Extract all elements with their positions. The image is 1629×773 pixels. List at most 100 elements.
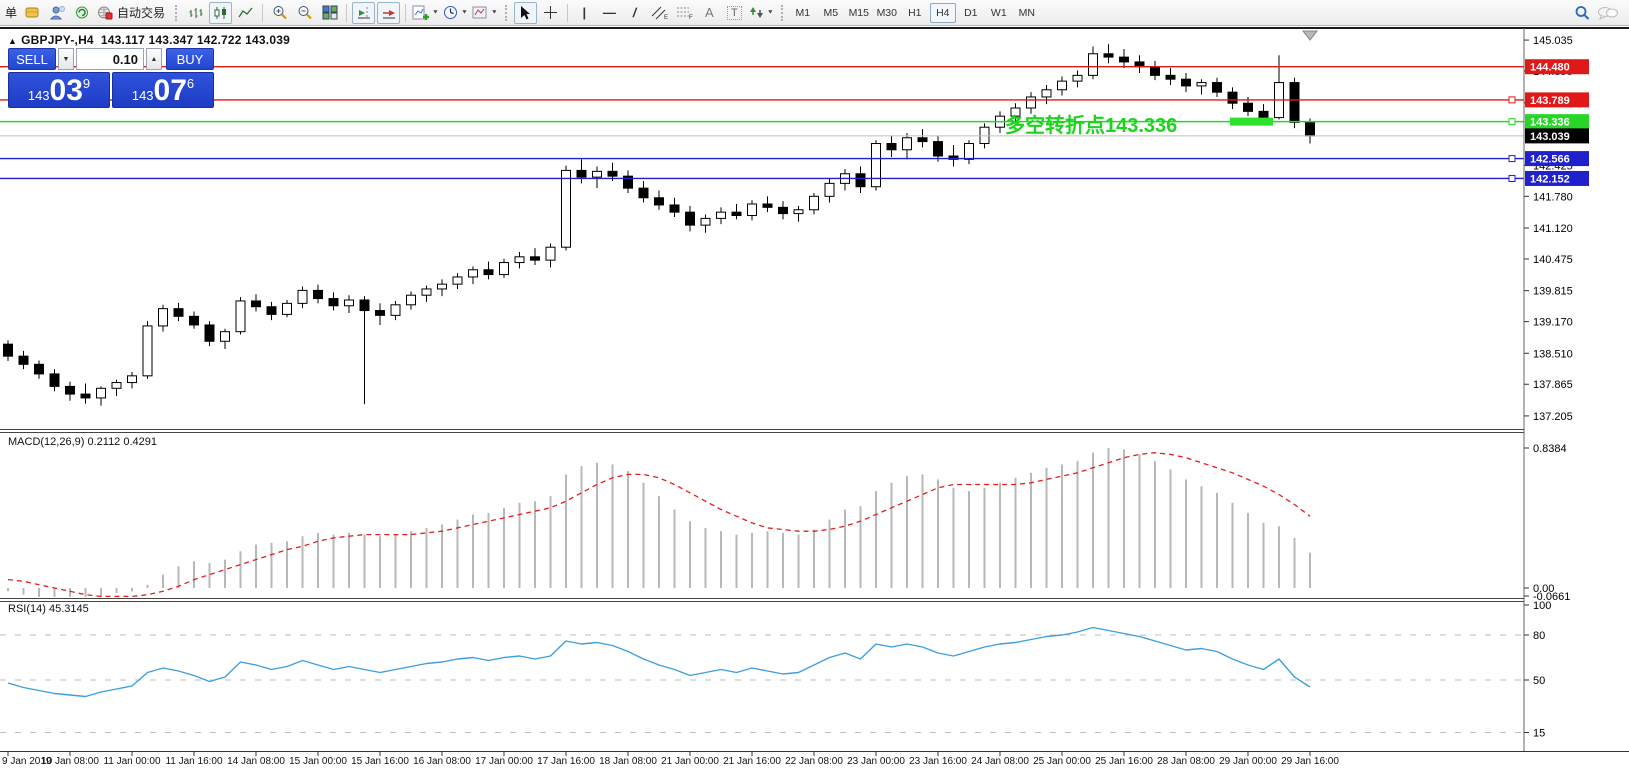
price-axis-tick: 137.865 — [1533, 379, 1573, 391]
tile-windows-button[interactable] — [318, 2, 341, 24]
buy-price-sup: 6 — [187, 76, 194, 91]
candle-body — [655, 198, 664, 205]
lot-increase-button[interactable]: ▲ — [146, 48, 162, 70]
toolbar-grip[interactable] — [781, 5, 784, 21]
green-spiral-icon — [74, 5, 91, 20]
candle-body — [469, 270, 478, 277]
cursor-tool-button[interactable] — [514, 2, 537, 24]
time-axis-label: 15 Jan 00:00 — [289, 756, 347, 767]
line-handle[interactable] — [1509, 97, 1515, 103]
profile-button[interactable] — [46, 2, 69, 24]
vertical-line-tool-button[interactable]: | — [573, 2, 596, 24]
candle-body — [159, 309, 168, 326]
zoom-out-button[interactable] — [293, 2, 316, 24]
text-tool-button[interactable]: A — [698, 2, 721, 24]
buy-price-display[interactable]: 143076 — [112, 72, 214, 108]
candle-body — [252, 301, 261, 307]
candle-body — [112, 383, 121, 389]
candle-body — [887, 144, 896, 150]
chevron-down-icon[interactable]: ▼ — [432, 10, 439, 16]
toolbar-grip[interactable] — [175, 5, 178, 21]
candle-body — [81, 394, 90, 398]
line-chart-mode-button[interactable] — [234, 2, 257, 24]
timeframe-button-M1[interactable]: M1 — [790, 3, 816, 23]
time-axis-label: 23 Jan 00:00 — [847, 756, 905, 767]
line-handle[interactable] — [1509, 175, 1515, 181]
timeframe-button-D1[interactable]: D1 — [958, 3, 984, 23]
zoom-in-button[interactable] — [268, 2, 291, 24]
auto-scroll-button[interactable] — [377, 2, 400, 24]
candle-body — [314, 290, 323, 298]
candlestick-mode-button[interactable] — [209, 2, 232, 24]
timeframe-menu-button[interactable]: ▼ — [442, 2, 469, 24]
candle-body — [1197, 83, 1206, 86]
collapse-panel-icon[interactable]: ▲ — [8, 36, 17, 46]
symbol-search-button[interactable] — [1571, 2, 1594, 24]
indicators-button[interactable]: ▼ — [411, 2, 440, 24]
line-handle[interactable] — [1509, 156, 1515, 162]
history-center-button[interactable] — [21, 2, 44, 24]
candle-body — [1135, 62, 1144, 67]
timeframe-button-M30[interactable]: M30 — [874, 3, 900, 23]
chat-button[interactable] — [1596, 2, 1620, 24]
time-axis-label: 29 Jan 00:00 — [1219, 756, 1277, 767]
candle-body — [965, 144, 974, 160]
fibonacci-tool-button[interactable]: F — [673, 2, 696, 24]
green-highlight-bar[interactable] — [1230, 118, 1273, 126]
price-axis-tick: 145.035 — [1533, 35, 1573, 47]
candle-body — [453, 277, 462, 284]
user-cloud-icon — [49, 5, 66, 20]
timeframe-button-H4[interactable]: H4 — [930, 3, 956, 23]
arrows-tool-button[interactable]: ▼ — [748, 2, 775, 24]
candle-body — [19, 356, 28, 364]
market-watch-button[interactable] — [71, 2, 94, 24]
rsi-axis-tick: 50 — [1533, 675, 1545, 687]
lot-size-input[interactable]: 0.10 — [76, 48, 144, 70]
candle-body — [810, 196, 819, 209]
chevron-down-icon[interactable]: ▼ — [767, 10, 774, 16]
timeframe-button-MN[interactable]: MN — [1014, 3, 1040, 23]
price-axis-tick: 139.815 — [1533, 286, 1573, 298]
line-handle[interactable] — [1509, 119, 1515, 125]
sell-button[interactable]: SELL — [8, 48, 56, 70]
candle-body — [345, 300, 354, 306]
new-order-button[interactable]: 单 — [5, 4, 17, 21]
timeframe-button-H1[interactable]: H1 — [902, 3, 928, 23]
lot-decrease-button[interactable]: ▼ — [58, 48, 74, 70]
chart-shift-icon — [356, 6, 372, 20]
candle-body — [1042, 90, 1051, 97]
candle-body — [1120, 57, 1129, 62]
timeframe-group: M1M5M15M30H1H4D1W1MN — [789, 3, 1041, 23]
time-axis-label: 11 Jan 00:00 — [103, 756, 161, 767]
timeframe-button-M5[interactable]: M5 — [818, 3, 844, 23]
channel-tool-button[interactable]: E — [648, 2, 671, 24]
svg-text:F: F — [689, 15, 693, 20]
chart-shift-button[interactable] — [352, 2, 375, 24]
bar-chart-mode-button[interactable] — [184, 2, 207, 24]
clock-icon — [443, 5, 459, 20]
text-label-tool-button[interactable]: T — [723, 2, 746, 24]
toolbar-grip[interactable] — [505, 5, 508, 21]
candle-body — [608, 171, 617, 176]
chart-canvas[interactable]: 145.035144.390143.730142.425141.780141.1… — [0, 0, 1629, 773]
autotrade-button[interactable]: 自动交易 — [96, 2, 169, 24]
buy-button[interactable]: BUY — [166, 48, 214, 70]
chevron-down-icon[interactable]: ▼ — [461, 10, 468, 16]
candle-body — [97, 388, 106, 398]
timeframe-button-W1[interactable]: W1 — [986, 3, 1012, 23]
timeframe-button-M15[interactable]: M15 — [846, 3, 872, 23]
candle-body — [934, 142, 943, 156]
equidistant-channel-icon: E — [651, 5, 668, 20]
price-axis-tick: 139.170 — [1533, 317, 1573, 329]
candle-body — [1228, 92, 1237, 103]
candle-body — [267, 307, 276, 315]
trendline-tool-button[interactable]: / — [623, 2, 646, 24]
sell-price-display[interactable]: 143039 — [8, 72, 110, 108]
crosshair-tool-button[interactable] — [539, 2, 562, 24]
horizontal-line-tool-button[interactable]: — — [598, 2, 621, 24]
templates-button[interactable]: ▼ — [471, 2, 499, 24]
time-axis-label: 28 Jan 08:00 — [1157, 756, 1215, 767]
candle-body — [825, 183, 834, 196]
chart-text-annotation[interactable]: 多空转折点143.336 — [1005, 109, 1177, 138]
chevron-down-icon[interactable]: ▼ — [491, 10, 498, 16]
